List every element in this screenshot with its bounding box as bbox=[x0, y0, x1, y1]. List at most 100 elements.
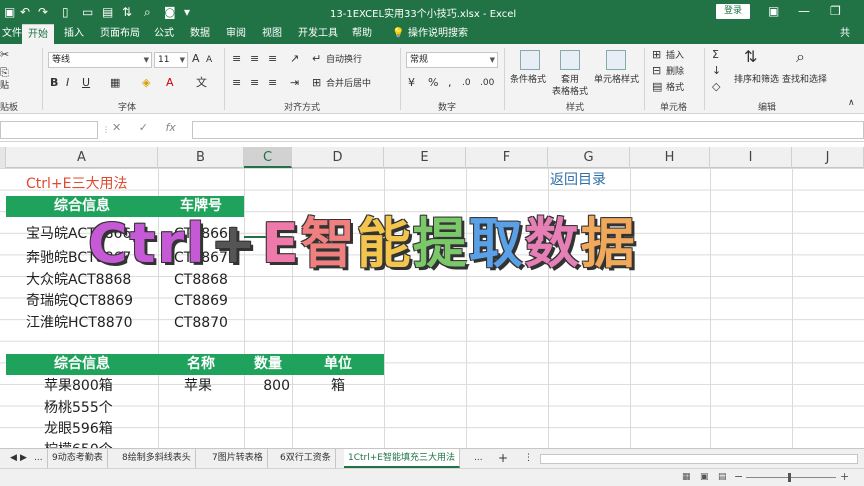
cut-icon[interactable]: ✂ bbox=[0, 48, 9, 62]
align-top-icon[interactable]: ≡ bbox=[232, 52, 241, 66]
name-box[interactable] bbox=[0, 121, 98, 139]
table2-info-cell[interactable]: 杨桃555个 bbox=[44, 398, 113, 419]
underline-icon[interactable]: U bbox=[82, 76, 90, 90]
find-icon[interactable]: ⌕ bbox=[144, 4, 151, 20]
tab-review[interactable]: 审阅 bbox=[226, 24, 246, 44]
increase-decimal-icon[interactable]: .0 bbox=[462, 76, 471, 90]
insert-cells-button[interactable]: 插入 bbox=[666, 50, 684, 62]
align-right-icon[interactable]: ≡ bbox=[268, 76, 277, 90]
italic-icon[interactable]: I bbox=[66, 76, 69, 90]
section-title[interactable]: Ctrl+E三大用法 bbox=[26, 174, 128, 195]
column-header-h[interactable]: H bbox=[630, 147, 710, 168]
align-center-icon[interactable]: ≡ bbox=[250, 76, 259, 90]
column-header-b[interactable]: B bbox=[158, 147, 244, 168]
page-break-view-icon[interactable]: ▤ bbox=[718, 472, 727, 482]
tab-page-layout[interactable]: 页面布局 bbox=[100, 24, 140, 44]
percent-icon[interactable]: % bbox=[428, 76, 438, 90]
tab-view[interactable]: 视图 bbox=[262, 24, 282, 44]
column-header-f[interactable]: F bbox=[466, 147, 548, 168]
print-preview-icon[interactable]: ▤ bbox=[102, 4, 113, 20]
open-icon[interactable]: ▭ bbox=[82, 4, 93, 20]
table1-info-cell[interactable]: 奇瑞皖QCT8869 bbox=[26, 291, 133, 312]
zoom-in-icon[interactable]: + bbox=[840, 470, 849, 483]
decrease-decimal-icon[interactable]: .00 bbox=[480, 76, 494, 90]
sheet-tab-active[interactable]: 1Ctrl+E智能填充三大用法 bbox=[344, 449, 460, 468]
indent-icon[interactable]: ⇥ bbox=[290, 76, 299, 90]
paste-label[interactable]: 贴 bbox=[0, 80, 9, 92]
sheet-tab[interactable]: 9动态考勤表 bbox=[48, 449, 108, 468]
column-header-c[interactable]: C bbox=[244, 147, 292, 168]
phonetic-icon[interactable]: 文 bbox=[196, 76, 207, 90]
align-bottom-icon[interactable]: ≡ bbox=[268, 52, 277, 66]
table2-info-cell[interactable]: 龙眼596箱 bbox=[44, 419, 113, 440]
table-format-button[interactable]: 套用 表格格式 bbox=[552, 74, 588, 98]
font-name-select[interactable]: 等线 ▼ bbox=[48, 52, 152, 68]
border-icon[interactable]: ▦ bbox=[110, 76, 120, 90]
currency-icon[interactable]: ¥ bbox=[408, 76, 415, 90]
table2-info-cell[interactable]: 苹果800箱 bbox=[44, 376, 113, 397]
share-button[interactable]: 共 bbox=[840, 24, 850, 44]
fill-color-icon[interactable]: ◈ bbox=[142, 76, 150, 90]
table1-plate-cell[interactable]: CT8869 bbox=[174, 291, 228, 312]
format-cells-button[interactable]: 格式 bbox=[666, 82, 684, 94]
formula-input[interactable] bbox=[192, 121, 864, 139]
maximize-icon[interactable]: ❐ bbox=[830, 4, 841, 18]
cancel-icon[interactable]: ✕ bbox=[112, 121, 121, 134]
cell-style-button[interactable]: 单元格样式 bbox=[594, 74, 639, 86]
tab-insert[interactable]: 插入 bbox=[64, 24, 84, 44]
tab-developer[interactable]: 开发工具 bbox=[298, 24, 338, 44]
sheet-tab[interactable]: 6双行工资条 bbox=[276, 449, 336, 468]
table2-info-cell[interactable]: 柠檬650个 bbox=[44, 440, 113, 448]
add-sheet-icon[interactable]: + bbox=[494, 449, 512, 468]
sheet-tab-more-right[interactable]: ... bbox=[470, 449, 487, 468]
conditional-format-icon[interactable] bbox=[520, 50, 540, 70]
delete-cells-button[interactable]: 删除 bbox=[666, 66, 684, 78]
minimize-icon[interactable]: — bbox=[798, 4, 810, 18]
sheet-tab[interactable]: 8绘制多斜线表头 bbox=[118, 449, 196, 468]
column-header-j[interactable]: J bbox=[792, 147, 864, 168]
sort-filter-button[interactable]: 排序和筛选 bbox=[734, 74, 779, 86]
number-format-select[interactable]: 常规 ▼ bbox=[406, 52, 498, 68]
table1-info-cell[interactable]: 江淮皖HCT8870 bbox=[26, 313, 132, 334]
wrap-text-icon[interactable]: ↵ bbox=[312, 52, 321, 66]
sort-filter-icon[interactable]: ⇅ bbox=[744, 49, 757, 65]
table2-name-cell[interactable]: 苹果 bbox=[184, 376, 212, 397]
column-header-i[interactable]: I bbox=[710, 147, 792, 168]
sheet-tab-more-left[interactable]: ... bbox=[30, 449, 48, 468]
tab-file[interactable]: 文件 bbox=[2, 24, 22, 44]
bold-icon[interactable]: B bbox=[50, 76, 58, 90]
customize-icon[interactable]: ▾ bbox=[184, 4, 190, 20]
scroll-right-icon[interactable]: ▶ bbox=[16, 449, 31, 468]
column-header-g[interactable]: G bbox=[548, 147, 630, 168]
align-left-icon[interactable]: ≡ bbox=[232, 76, 241, 90]
normal-view-icon[interactable]: ▦ bbox=[682, 472, 691, 482]
merge-center-button[interactable]: 合并后居中 bbox=[326, 78, 371, 90]
save-icon[interactable]: ▣ bbox=[4, 4, 15, 20]
wrap-text-button[interactable]: 自动换行 bbox=[326, 54, 362, 66]
sort-icon[interactable]: ⇅ bbox=[122, 4, 132, 20]
tab-formulas[interactable]: 公式 bbox=[154, 24, 174, 44]
sheet-tabs-splitter-icon[interactable]: ⋮ bbox=[520, 449, 537, 468]
increase-font-icon[interactable]: A bbox=[192, 52, 200, 66]
tab-home[interactable]: 开始 bbox=[22, 24, 54, 44]
insert-function-icon[interactable]: fx bbox=[165, 121, 175, 134]
orientation-icon[interactable]: ↗ bbox=[290, 52, 299, 66]
cell-style-icon[interactable] bbox=[606, 50, 626, 70]
redo-icon[interactable]: ↷ bbox=[38, 4, 48, 20]
tell-me-search[interactable]: 操作说明搜索 bbox=[408, 24, 468, 44]
new-icon[interactable]: ▯ bbox=[62, 4, 69, 20]
column-header-e[interactable]: E bbox=[384, 147, 466, 168]
collapse-ribbon-icon[interactable]: ∧ bbox=[848, 96, 855, 110]
sheet-tab[interactable]: 7图片转表格 bbox=[208, 449, 268, 468]
font-color-icon[interactable]: A bbox=[166, 76, 174, 90]
format-cells-icon[interactable]: ▤ bbox=[652, 80, 662, 94]
table2-qty-cell[interactable]: 800 bbox=[244, 376, 290, 397]
undo-icon[interactable]: ↶ bbox=[20, 4, 30, 20]
table1-plate-cell[interactable]: CT8870 bbox=[174, 313, 228, 334]
zoom-slider-thumb[interactable] bbox=[788, 473, 791, 482]
conditional-format-button[interactable]: 条件格式 bbox=[510, 74, 546, 86]
fill-icon[interactable]: ↓ bbox=[712, 64, 721, 78]
column-header-a[interactable]: A bbox=[6, 147, 158, 168]
login-button[interactable]: 登录 bbox=[716, 4, 750, 19]
ribbon-display-icon[interactable]: ▣ bbox=[768, 4, 779, 18]
